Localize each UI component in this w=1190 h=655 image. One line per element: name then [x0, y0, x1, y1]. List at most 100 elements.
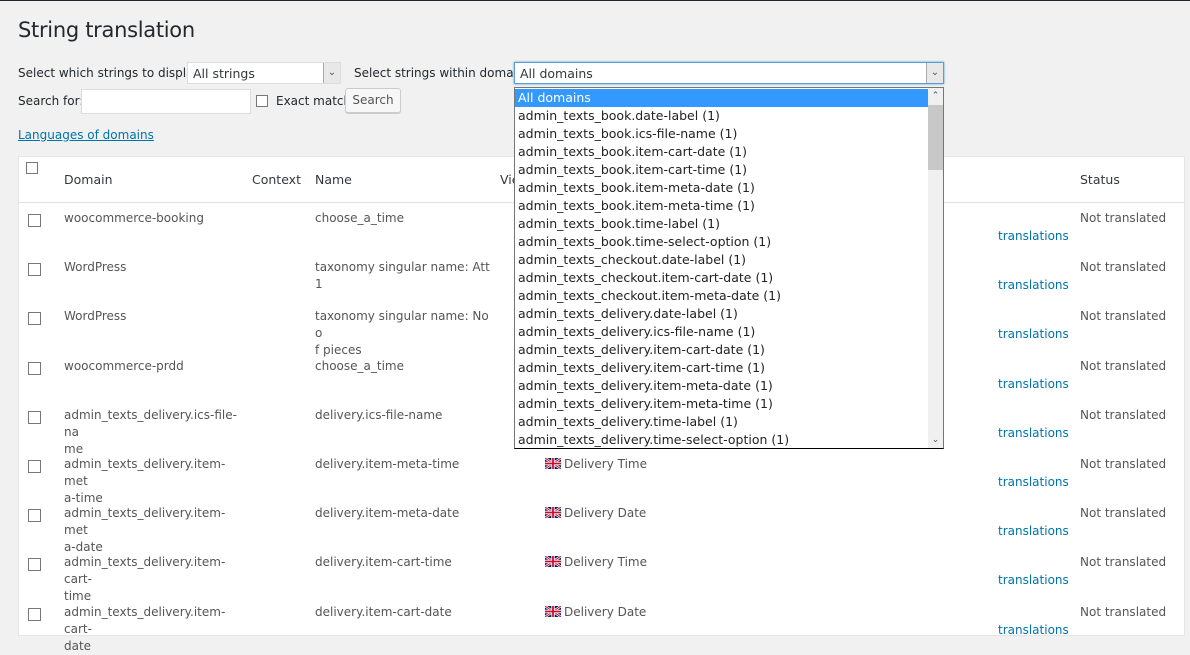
chevron-down-icon[interactable]: ⌄: [926, 63, 943, 83]
row-checkbox[interactable]: [28, 361, 41, 375]
row-name-line: delivery.item-meta-time: [315, 457, 460, 471]
row-value: Delivery Date: [544, 505, 647, 522]
uk-flag-icon: [544, 555, 562, 569]
column-header-domain[interactable]: Domain: [64, 172, 113, 187]
dropdown-option[interactable]: admin_texts_delivery.time-select-option …: [515, 431, 928, 448]
row-name: delivery.ics-file-name: [315, 407, 495, 424]
row-checkbox[interactable]: [28, 214, 41, 227]
row-domain-line: WordPress: [64, 260, 127, 275]
dropdown-option[interactable]: admin_texts_book.item-meta-time (1): [515, 197, 928, 215]
row-domain-line: WordPress: [64, 309, 127, 324]
row-domain: admin_texts_delivery.item-cart-date: [64, 604, 244, 655]
search-label: Search for:: [18, 94, 84, 108]
row-domain-line: admin_texts_delivery.item-met: [64, 506, 226, 538]
column-header-context[interactable]: Context: [252, 172, 301, 187]
row-domain-line: admin_texts_delivery.ics-file-na: [64, 407, 237, 439]
domain-filter-select[interactable]: All domains ⌄: [514, 62, 944, 84]
row-checkbox[interactable]: [28, 410, 41, 424]
dropdown-scrollbar[interactable]: ⌃ ⌄: [928, 88, 943, 448]
dropdown-option[interactable]: admin_texts_checkout.item-meta-date (1): [515, 287, 928, 305]
row-name-line: delivery.ics-file-name: [315, 407, 443, 422]
uk-flag-icon: [544, 604, 562, 618]
row-value: Delivery Time: [544, 554, 647, 571]
display-filter-select[interactable]: All strings ⌄: [187, 62, 341, 84]
row-value: Delivery Date: [544, 604, 646, 621]
dropdown-option[interactable]: admin_texts_book.item-cart-date (1): [515, 143, 928, 161]
row-name-line: delivery.item-meta-date: [315, 506, 460, 521]
display-filter-label: Select which strings to display:: [18, 66, 204, 80]
dropdown-option[interactable]: admin_texts_book.time-label (1): [515, 215, 928, 233]
dropdown-option[interactable]: All domains: [515, 89, 928, 107]
dropdown-option[interactable]: admin_texts_book.item-meta-date (1): [515, 179, 928, 197]
dropdown-option[interactable]: admin_texts_book.item-cart-time (1): [515, 161, 928, 179]
row-domain-line: admin_texts_delivery.item-met: [64, 457, 226, 488]
row-domain: admin_texts_delivery.ics-file-na me: [64, 407, 244, 458]
dropdown-option[interactable]: admin_texts_delivery.time-label (1): [515, 413, 928, 431]
row-value-text: Delivery Time: [564, 457, 647, 471]
row-value-text: Delivery Date: [564, 506, 647, 521]
dropdown-option[interactable]: admin_texts_delivery.ics-file-name (1): [515, 323, 928, 341]
translations-link[interactable]: translations: [998, 277, 1069, 294]
row-domain: admin_texts_delivery.item-met a-time: [64, 456, 244, 507]
row-checkbox[interactable]: [28, 607, 41, 621]
row-name: delivery.item-cart-date: [315, 604, 495, 621]
languages-of-domains-link[interactable]: Languages of domains: [18, 128, 154, 142]
row-name-line: delivery.item-cart-date: [315, 604, 452, 619]
chevron-down-icon[interactable]: ⌄: [323, 63, 340, 83]
row-name: choose_a_time: [315, 210, 495, 227]
row-checkbox[interactable]: [28, 312, 41, 326]
dropdown-option[interactable]: admin_texts_delivery.item-cart-date (1): [515, 341, 928, 359]
translations-link[interactable]: translations: [998, 376, 1069, 393]
scroll-down-icon[interactable]: ⌄: [928, 432, 943, 448]
row-name-line: delivery.item-cart-time: [315, 555, 452, 570]
row-domain-line: admin_texts_delivery.item-cart-: [64, 604, 226, 636]
status-text: Not translated: [1080, 604, 1167, 619]
dropdown-option[interactable]: admin_texts_delivery.item-meta-time (1): [515, 395, 928, 413]
row-domain: admin_texts_delivery.item-met a-date: [64, 505, 244, 556]
scroll-up-icon[interactable]: ⌃: [928, 88, 943, 104]
row-domain-line: date: [64, 638, 92, 653]
status-text: Not translated: [1080, 555, 1167, 570]
translations-link[interactable]: translations: [998, 228, 1069, 245]
row-checkbox[interactable]: [28, 509, 41, 523]
translations-link[interactable]: translations: [998, 326, 1069, 343]
search-input[interactable]: [81, 89, 251, 114]
dropdown-option[interactable]: admin_texts_delivery.item-meta-date (1): [515, 377, 928, 395]
dropdown-option[interactable]: admin_texts_checkout.date-label (1): [515, 251, 928, 269]
dropdown-option[interactable]: admin_texts_checkout.item-cart-date (1): [515, 269, 928, 287]
status-text: Not translated: [1080, 358, 1167, 373]
domain-filter-value: All domains: [520, 66, 593, 81]
row-value-text: Delivery Time: [564, 555, 647, 570]
row-domain: admin_texts_delivery.item-cart-time: [64, 554, 244, 605]
row-name: choose_a_time: [315, 358, 495, 375]
dropdown-option[interactable]: admin_texts_book.date-label (1): [515, 107, 928, 125]
domain-dropdown-list[interactable]: All domains admin_texts_book.date-label (…: [514, 87, 944, 449]
scrollbar-thumb[interactable]: [928, 105, 943, 170]
translations-link[interactable]: translations: [998, 425, 1069, 442]
dropdown-option[interactable]: admin_texts_book.time-select-option (1): [515, 233, 928, 251]
row-name-line: choose_a_time: [315, 358, 404, 373]
uk-flag-icon: [544, 457, 562, 470]
column-header-name[interactable]: Name: [315, 172, 352, 187]
page-title: String translation: [18, 18, 195, 42]
translations-link[interactable]: translations: [998, 622, 1069, 639]
row-name-line: taxonomy singular name: Att 1: [315, 260, 490, 292]
dropdown-option[interactable]: admin_texts_book.ics-file-name (1): [515, 125, 928, 143]
row-domain: woocommerce-prdd: [64, 358, 244, 375]
dropdown-option[interactable]: admin_texts_delivery.item-cart-time (1): [515, 359, 928, 377]
row-checkbox[interactable]: [28, 460, 41, 473]
row-domain: WordPress: [64, 308, 244, 325]
translations-link[interactable]: translations: [998, 474, 1069, 491]
status-text: Not translated: [1080, 260, 1167, 275]
row-name-line: taxonomy singular name: No o: [315, 309, 489, 341]
search-button[interactable]: Search: [345, 88, 401, 113]
translations-link[interactable]: translations: [998, 523, 1069, 540]
exact-match-checkbox[interactable]: [256, 95, 268, 107]
row-checkbox[interactable]: [28, 558, 41, 572]
row-value: Delivery Time: [544, 456, 647, 473]
row-name: taxonomy singular name: No of pieces: [315, 308, 495, 359]
select-all-checkbox[interactable]: [26, 162, 38, 174]
dropdown-option[interactable]: admin_texts_delivery.date-label (1): [515, 305, 928, 323]
row-checkbox[interactable]: [28, 263, 41, 277]
translations-link[interactable]: translations: [998, 572, 1069, 589]
